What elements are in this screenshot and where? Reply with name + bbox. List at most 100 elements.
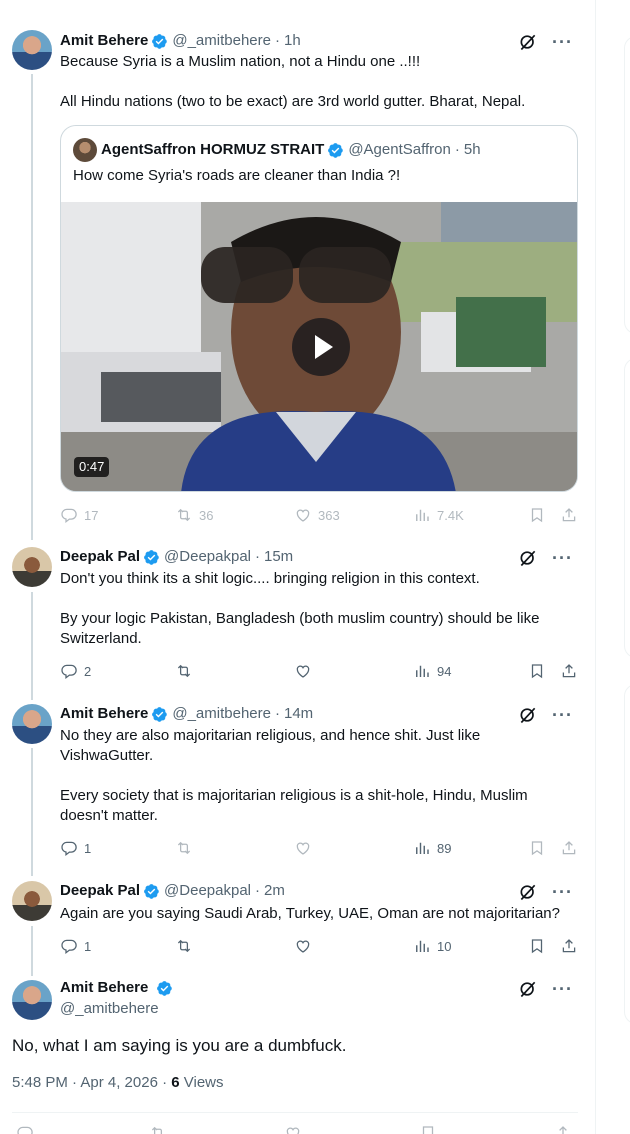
- quoted-time: 5h: [463, 141, 481, 158]
- reply-button[interactable]: 2: [60, 662, 91, 680]
- tweet-time[interactable]: 15m: [264, 547, 293, 567]
- views-button[interactable]: 10: [413, 937, 451, 955]
- views-count: 6: [171, 1074, 180, 1091]
- bookmark-button[interactable]: [419, 1124, 443, 1134]
- timestamp[interactable]: 5:48 PM · Apr 4, 2026 ·: [12, 1074, 171, 1091]
- bookmark-button[interactable]: [528, 839, 552, 857]
- reply-count: 1: [84, 840, 92, 856]
- repost-button[interactable]: [175, 937, 199, 955]
- author-name[interactable]: Amit Behere: [60, 704, 148, 724]
- tweet[interactable]: Deepak Pal @Deepakpal · 2m ··· Again are…: [0, 881, 595, 961]
- author-name[interactable]: Deepak Pal: [60, 881, 140, 901]
- share-button[interactable]: [560, 839, 584, 857]
- repost-button[interactable]: [175, 839, 199, 857]
- views-button[interactable]: 89: [413, 839, 451, 857]
- tweet-time[interactable]: 1h: [284, 31, 301, 51]
- repost-icon: [175, 839, 193, 857]
- bookmark-button[interactable]: [528, 506, 552, 524]
- video-player[interactable]: 0:47: [61, 202, 577, 491]
- avatar[interactable]: [12, 547, 52, 587]
- tweet-header: Deepak Pal @Deepakpal · 15m: [60, 547, 294, 567]
- share-button[interactable]: [554, 1124, 578, 1134]
- view-count: 89: [437, 840, 452, 856]
- like-button[interactable]: [294, 662, 318, 680]
- quoted-tweet[interactable]: AgentSaffron HORMUZ STRAIT @AgentSaffron…: [60, 125, 578, 492]
- author-handle[interactable]: @Deepakpal: [164, 547, 251, 567]
- grok-icon[interactable]: [518, 32, 538, 52]
- reply-button[interactable]: 1: [60, 937, 91, 955]
- repost-icon: [175, 662, 193, 680]
- sidebar-card: [624, 684, 630, 1024]
- more-icon[interactable]: ···: [552, 706, 573, 724]
- share-button[interactable]: [560, 937, 584, 955]
- verified-badge-icon: [143, 549, 160, 566]
- bookmark-button[interactable]: [528, 937, 552, 955]
- author-name[interactable]: Amit Behere: [60, 979, 148, 996]
- avatar[interactable]: [12, 980, 52, 1020]
- like-icon: [294, 839, 312, 857]
- tweet-time[interactable]: 14m: [284, 704, 313, 724]
- repost-icon: [149, 1124, 167, 1134]
- views-label: Views: [179, 1074, 224, 1091]
- play-icon[interactable]: [292, 318, 350, 376]
- more-icon[interactable]: ···: [552, 33, 573, 51]
- avatar[interactable]: [12, 881, 52, 921]
- tweet-actions: 1 89: [60, 839, 585, 859]
- share-button[interactable]: [560, 506, 584, 524]
- avatar[interactable]: [12, 704, 52, 744]
- views-icon: [413, 937, 431, 955]
- grok-icon[interactable]: [518, 882, 538, 902]
- reply-button[interactable]: 1: [60, 839, 91, 857]
- share-icon: [560, 662, 578, 680]
- like-button[interactable]: [294, 839, 318, 857]
- repost-icon: [175, 937, 193, 955]
- reply-count: 1: [84, 938, 92, 954]
- more-icon[interactable]: ···: [552, 549, 573, 567]
- bookmark-button[interactable]: [528, 662, 552, 680]
- tweet-header: Amit Behere: [60, 978, 177, 998]
- author-handle[interactable]: @_amitbehere: [60, 999, 159, 1019]
- like-icon: [294, 506, 312, 524]
- quoted-text: How come Syria's roads are cleaner than …: [73, 167, 401, 184]
- tweet-header: Deepak Pal @Deepakpal · 2m: [60, 881, 285, 901]
- tweet-top-actions: ···: [518, 882, 573, 902]
- views-button[interactable]: 94: [413, 662, 451, 680]
- author-handle[interactable]: @_amitbehere: [172, 31, 271, 51]
- views-button[interactable]: 7.4K: [413, 506, 464, 524]
- grok-icon[interactable]: [518, 979, 538, 999]
- repost-button[interactable]: 36: [175, 506, 213, 524]
- like-count: 363: [318, 507, 340, 523]
- grok-icon[interactable]: [518, 548, 538, 568]
- like-button[interactable]: [294, 937, 318, 955]
- reply-count: 2: [84, 663, 92, 679]
- repost-button[interactable]: [149, 1124, 173, 1134]
- tweet[interactable]: Amit Behere @_amitbehere · 1h ··· Becaus…: [0, 30, 595, 530]
- share-icon: [554, 1124, 572, 1134]
- tweet[interactable]: Amit Behere @_amitbehere · 14m ··· No th…: [0, 704, 595, 864]
- author-name[interactable]: Deepak Pal: [60, 547, 140, 567]
- share-icon: [560, 839, 578, 857]
- tweet-time[interactable]: 2m: [264, 881, 285, 901]
- tweet[interactable]: Deepak Pal @Deepakpal · 15m ··· Don't yo…: [0, 547, 595, 687]
- more-icon[interactable]: ···: [552, 883, 573, 901]
- sidebar-card: [624, 358, 630, 658]
- repost-button[interactable]: [175, 662, 199, 680]
- reply-button[interactable]: [16, 1124, 40, 1134]
- tweet-top-actions: ···: [518, 979, 573, 999]
- like-button[interactable]: 363: [294, 506, 340, 524]
- bookmark-icon: [528, 662, 546, 680]
- more-icon[interactable]: ···: [552, 980, 573, 998]
- author-handle[interactable]: @Deepakpal: [164, 881, 251, 901]
- like-button[interactable]: [284, 1124, 308, 1134]
- right-column-border: [595, 0, 596, 1134]
- share-button[interactable]: [560, 662, 584, 680]
- author-handle[interactable]: @_amitbehere: [172, 704, 271, 724]
- quoted-header: AgentSaffron HORMUZ STRAIT @AgentSaffron…: [101, 141, 481, 158]
- focused-tweet[interactable]: Amit Behere @_amitbehere ··· No, what I …: [0, 978, 595, 1134]
- avatar[interactable]: [12, 30, 52, 70]
- tweet-actions: [16, 1124, 576, 1134]
- grok-icon[interactable]: [518, 705, 538, 725]
- quoted-avatar: [73, 138, 97, 162]
- author-name[interactable]: Amit Behere: [60, 31, 148, 51]
- reply-button[interactable]: 17: [60, 506, 98, 524]
